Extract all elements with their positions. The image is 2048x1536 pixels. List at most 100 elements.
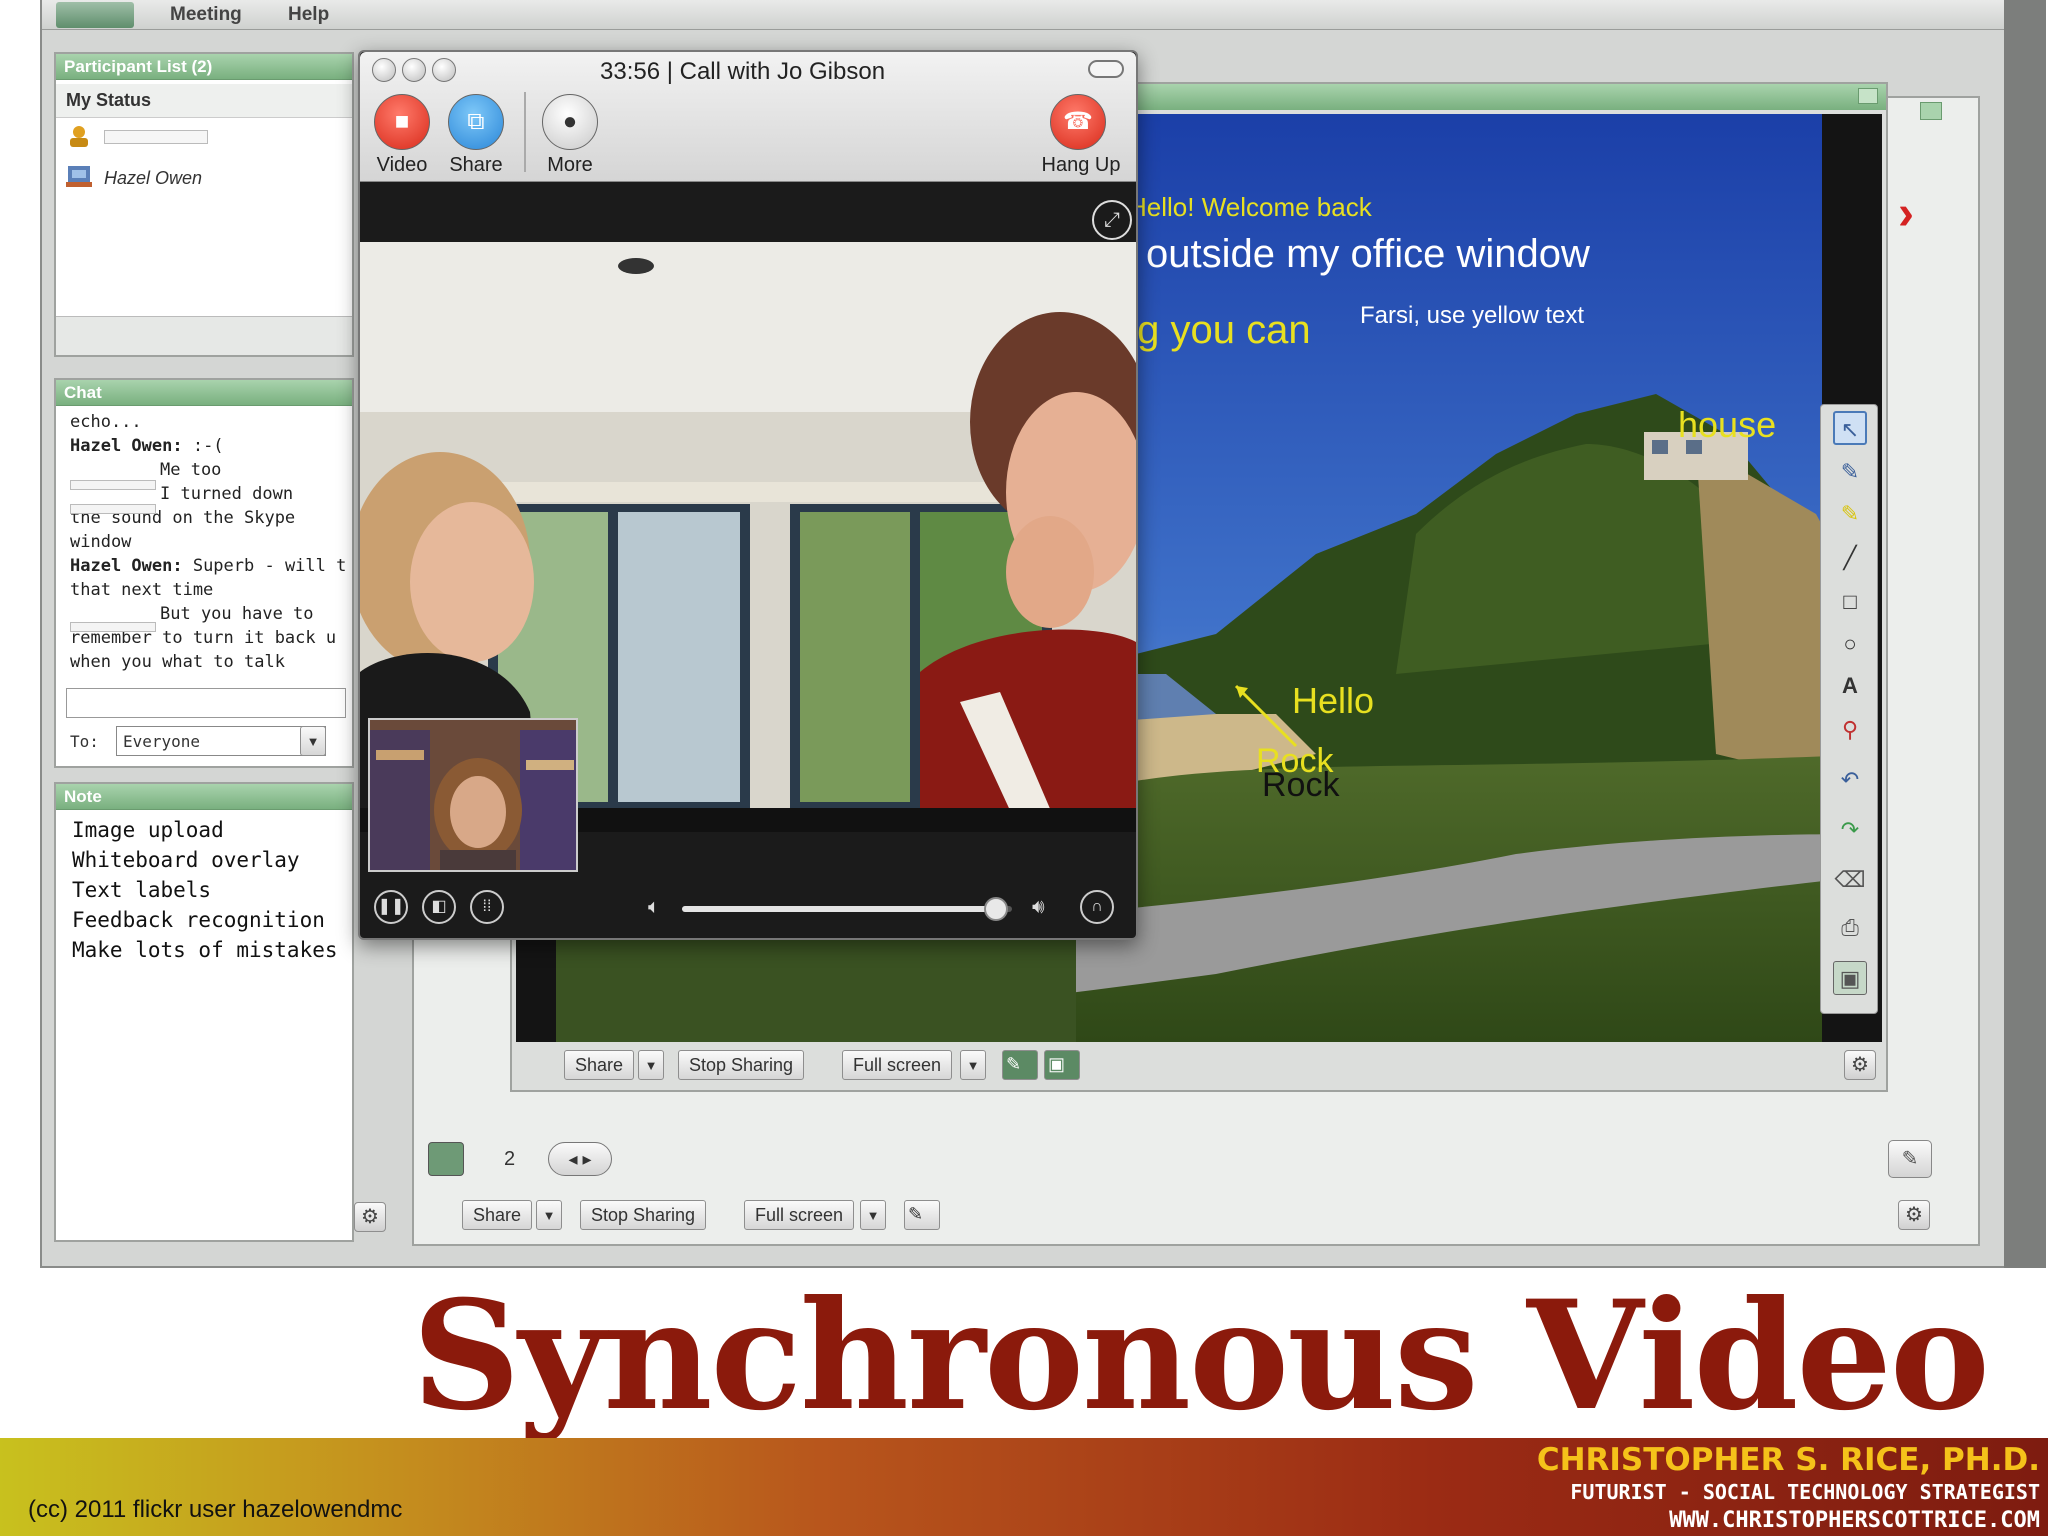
- inner-fullscreen-button[interactable]: Full screen: [842, 1050, 953, 1080]
- video-button-label[interactable]: Video: [372, 154, 432, 177]
- brand-name: CHRISTOPHER S. RICE, PH.D.: [1536, 1442, 2040, 1478]
- pen-tool-icon[interactable]: ✎: [1833, 455, 1867, 489]
- menu-meeting[interactable]: Meeting: [170, 4, 242, 26]
- brand-tagline: FUTURIST - SOCIAL TECHNOLOGY STRATEGIST: [1570, 1480, 2040, 1504]
- zoom-window-icon[interactable]: [432, 58, 456, 82]
- whiteboard-settings-gear-icon[interactable]: ⚙: [1844, 1050, 1876, 1080]
- edit-icon[interactable]: ✎: [1888, 1140, 1932, 1178]
- redo-icon[interactable]: ↷: [1833, 813, 1867, 847]
- whiteboard-text-line1: w outside my office window: [1106, 232, 1590, 276]
- brand-url[interactable]: WWW.CHRISTOPHERSCOTTRICE.COM: [1669, 1508, 2040, 1533]
- my-status-label: My Status: [66, 90, 152, 110]
- redacted-name: [70, 480, 156, 490]
- outer-fullscreen-button[interactable]: Full screen: [744, 1200, 855, 1230]
- slide: Meeting Help Participant List (2) My Sta…: [0, 0, 2048, 1536]
- note-panel-header: Note: [56, 784, 352, 810]
- print-icon[interactable]: ⎙: [1833, 911, 1867, 945]
- app-window: Meeting Help Participant List (2) My Sta…: [40, 0, 2046, 1268]
- hang-up-button-label[interactable]: Hang Up: [1036, 154, 1126, 177]
- hang-up-icon[interactable]: ☎: [1050, 94, 1106, 150]
- call-title: 33:56 | Call with Jo Gibson: [600, 58, 886, 85]
- whiteboard-text-welcome: Hello! Welcome back: [1128, 192, 1372, 222]
- whiteboard-text-farsi: Farsi, use yellow text: [1360, 302, 1585, 329]
- inner-screen-icon[interactable]: ▣: [1044, 1050, 1080, 1080]
- presenter-icon: [66, 124, 92, 148]
- inner-stop-sharing-button[interactable]: Stop Sharing: [678, 1050, 805, 1080]
- note-panel: Note Image upload Whiteboard overlay Tex…: [54, 782, 386, 1242]
- page-thumb-icon[interactable]: [428, 1142, 464, 1176]
- outer-stop-sharing-button[interactable]: Stop Sharing: [580, 1200, 707, 1230]
- close-window-icon[interactable]: [372, 58, 396, 82]
- pause-icon[interactable]: ❚❚: [374, 890, 408, 924]
- call-toolbar: 33:56 | Call with Jo Gibson ■ ⧉ ● ☎ Vide…: [360, 52, 1136, 182]
- inner-share-button[interactable]: Share: [564, 1050, 635, 1080]
- share-button-label[interactable]: Share: [446, 154, 506, 177]
- more-icon[interactable]: ●: [542, 94, 598, 150]
- self-view-video: [368, 718, 578, 872]
- chat-line: window: [70, 532, 132, 552]
- eraser-tool-icon[interactable]: ⌫: [1833, 863, 1867, 897]
- fullscreen-icon[interactable]: ⤢: [1092, 200, 1132, 240]
- toolbar-divider: [524, 92, 526, 172]
- text-tool-icon[interactable]: A: [1833, 669, 1867, 703]
- slide-footer: (cc) 2011 flickr user hazelowendmc CHRIS…: [0, 1438, 2048, 1536]
- page-navigator[interactable]: ◂ ▸: [548, 1142, 612, 1176]
- video-icon[interactable]: ■: [374, 94, 430, 150]
- whiteboard-maximize-icon[interactable]: [1858, 88, 1878, 104]
- volume-slider[interactable]: [682, 897, 1012, 921]
- note-item: Make lots of mistakes: [72, 938, 338, 962]
- participant-panel-header: Participant List (2): [56, 54, 352, 80]
- volume-knob[interactable]: [983, 897, 1008, 921]
- next-arrow-icon[interactable]: ›: [1898, 186, 1914, 241]
- note-item: Image upload: [72, 818, 224, 842]
- note-item: Text labels: [72, 878, 212, 902]
- redacted-name: [70, 622, 156, 632]
- chat-to-label: To:: [70, 732, 99, 751]
- page-number: 2: [504, 1148, 516, 1170]
- ellipse-tool-icon[interactable]: ○: [1833, 627, 1867, 661]
- chat-line: Hazel Owen: Superb - will t: [70, 556, 347, 576]
- outer-share-dropdown-icon[interactable]: ▼: [536, 1200, 562, 1230]
- whiteboard-options-icon[interactable]: ▣: [1833, 961, 1867, 995]
- highlighter-tool-icon[interactable]: ✎: [1833, 497, 1867, 531]
- whiteboard-text-hello: Hello: [1292, 680, 1375, 721]
- chat-input[interactable]: [66, 688, 346, 718]
- minimize-window-icon[interactable]: [402, 58, 426, 82]
- chat-line: Me too: [160, 460, 222, 480]
- outer-fullscreen-dropdown-icon[interactable]: ▼: [860, 1200, 886, 1230]
- select-tool-icon[interactable]: ↖: [1833, 411, 1867, 445]
- chat-recipient-select[interactable]: Everyone: [116, 726, 326, 756]
- chat-panel: Chat echo... Hazel Owen: :-( Me too I tu…: [54, 378, 354, 768]
- participant-name[interactable]: Hazel Owen: [104, 168, 202, 189]
- rectangle-tool-icon[interactable]: □: [1833, 585, 1867, 619]
- shared-area-maximize-icon[interactable]: [1920, 102, 1942, 120]
- chat-line: But you have to: [160, 604, 314, 624]
- volume-fill: [682, 906, 996, 912]
- whiteboard-text-rock-black: Rock: [1262, 766, 1340, 804]
- headset-icon[interactable]: ∩: [1080, 890, 1114, 924]
- chat-panel-header: Chat: [56, 380, 352, 406]
- notes-settings-gear-icon[interactable]: ⚙: [354, 1202, 386, 1232]
- outer-share-button[interactable]: Share: [462, 1200, 533, 1230]
- share-icon[interactable]: ⧉: [448, 94, 504, 150]
- more-button-label[interactable]: More: [540, 154, 600, 177]
- dialpad-icon[interactable]: ⁞⁞: [470, 890, 504, 924]
- shared-area-settings-gear-icon[interactable]: ⚙: [1898, 1200, 1930, 1230]
- inner-share-dropdown-icon[interactable]: ▼: [638, 1050, 664, 1080]
- participant-panel: Participant List (2) My Status Hazel Owe…: [54, 52, 354, 357]
- chat-line: when you what to talk: [70, 652, 285, 672]
- image-credit: (cc) 2011 flickr user hazelowendmc: [28, 1496, 403, 1523]
- outer-pen-icon[interactable]: ✎: [904, 1200, 940, 1230]
- inner-pen-icon[interactable]: ✎: [1002, 1050, 1038, 1080]
- camera-icon[interactable]: ◧: [422, 890, 456, 924]
- window-edge: [2004, 0, 2046, 1268]
- line-tool-icon[interactable]: ╱: [1833, 541, 1867, 575]
- stamp-tool-icon[interactable]: ⚲: [1833, 713, 1867, 747]
- menu-help[interactable]: Help: [288, 4, 329, 26]
- volume-low-icon: 🔈︎: [648, 896, 660, 918]
- recipient-dropdown-icon[interactable]: ▼: [300, 726, 326, 756]
- redacted-name: [70, 504, 156, 514]
- toolbar-toggle-icon[interactable]: [1088, 60, 1124, 78]
- undo-icon[interactable]: ↶: [1833, 763, 1867, 797]
- inner-fullscreen-dropdown-icon[interactable]: ▼: [960, 1050, 986, 1080]
